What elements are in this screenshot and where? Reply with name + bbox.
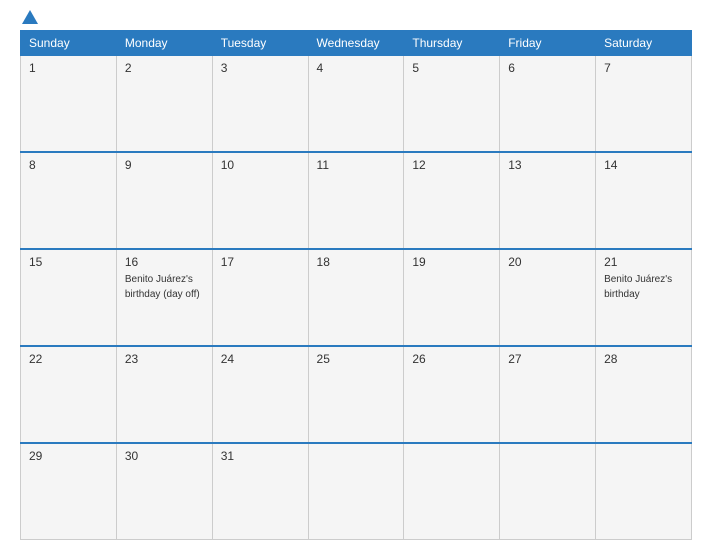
calendar-day-cell	[596, 443, 692, 540]
calendar-day-cell: 7	[596, 56, 692, 153]
calendar-day-cell: 5	[404, 56, 500, 153]
col-tuesday: Tuesday	[212, 31, 308, 56]
day-number: 1	[29, 61, 108, 75]
calendar-header	[20, 10, 692, 24]
calendar-day-cell: 18	[308, 249, 404, 346]
day-number: 9	[125, 158, 204, 172]
logo-triangle-icon	[22, 10, 38, 24]
calendar-day-cell: 20	[500, 249, 596, 346]
col-sunday: Sunday	[21, 31, 117, 56]
calendar-day-cell: 1	[21, 56, 117, 153]
calendar-day-cell: 2	[116, 56, 212, 153]
calendar-day-cell: 22	[21, 346, 117, 443]
col-saturday: Saturday	[596, 31, 692, 56]
day-number: 29	[29, 449, 108, 463]
day-number: 22	[29, 352, 108, 366]
day-number: 6	[508, 61, 587, 75]
calendar-day-cell: 19	[404, 249, 500, 346]
day-number: 25	[317, 352, 396, 366]
col-friday: Friday	[500, 31, 596, 56]
day-number: 19	[412, 255, 491, 269]
calendar-day-cell: 3	[212, 56, 308, 153]
calendar-day-cell: 16 Benito Juárez's birthday (day off)	[116, 249, 212, 346]
calendar-day-cell: 4	[308, 56, 404, 153]
calendar-day-cell: 25	[308, 346, 404, 443]
day-number: 2	[125, 61, 204, 75]
calendar-week-row: 8 9 10 11 12 13 14	[21, 152, 692, 249]
calendar-day-cell: 29	[21, 443, 117, 540]
calendar-day-cell: 14	[596, 152, 692, 249]
calendar-week-row: 15 16 Benito Juárez's birthday (day off) 17…	[21, 249, 692, 346]
day-number: 23	[125, 352, 204, 366]
day-number: 24	[221, 352, 300, 366]
day-number: 31	[221, 449, 300, 463]
day-number: 20	[508, 255, 587, 269]
day-number: 17	[221, 255, 300, 269]
day-number: 28	[604, 352, 683, 366]
logo	[20, 10, 40, 24]
day-number: 8	[29, 158, 108, 172]
calendar-day-cell: 27	[500, 346, 596, 443]
calendar-week-row: 22 23 24 25 26 27 28	[21, 346, 692, 443]
col-monday: Monday	[116, 31, 212, 56]
calendar-day-cell: 11	[308, 152, 404, 249]
calendar-day-cell	[308, 443, 404, 540]
calendar-day-cell: 17	[212, 249, 308, 346]
calendar-day-cell: 21 Benito Juárez's birthday	[596, 249, 692, 346]
event-label: Benito Juárez's birthday	[604, 274, 672, 300]
calendar-day-cell: 6	[500, 56, 596, 153]
col-thursday: Thursday	[404, 31, 500, 56]
day-number: 16	[125, 255, 204, 269]
day-number: 10	[221, 158, 300, 172]
day-number: 18	[317, 255, 396, 269]
day-number: 14	[604, 158, 683, 172]
event-label: Benito Juárez's birthday (day off)	[125, 274, 200, 300]
calendar-header-row: Sunday Monday Tuesday Wednesday Thursday…	[21, 31, 692, 56]
calendar-day-cell: 15	[21, 249, 117, 346]
calendar-day-cell: 23	[116, 346, 212, 443]
day-number: 3	[221, 61, 300, 75]
calendar-day-cell	[500, 443, 596, 540]
day-number: 13	[508, 158, 587, 172]
calendar-day-cell: 24	[212, 346, 308, 443]
day-number: 4	[317, 61, 396, 75]
day-number: 21	[604, 255, 683, 269]
calendar-week-row: 29 30 31	[21, 443, 692, 540]
calendar-day-cell: 12	[404, 152, 500, 249]
day-number: 30	[125, 449, 204, 463]
calendar-day-cell: 28	[596, 346, 692, 443]
col-wednesday: Wednesday	[308, 31, 404, 56]
calendar-day-cell: 9	[116, 152, 212, 249]
day-number: 5	[412, 61, 491, 75]
calendar-day-cell: 10	[212, 152, 308, 249]
day-number: 11	[317, 158, 396, 172]
day-number: 26	[412, 352, 491, 366]
calendar-day-cell	[404, 443, 500, 540]
day-number: 15	[29, 255, 108, 269]
day-number: 12	[412, 158, 491, 172]
calendar-day-cell: 8	[21, 152, 117, 249]
day-number: 27	[508, 352, 587, 366]
calendar-day-cell: 31	[212, 443, 308, 540]
calendar-day-cell: 26	[404, 346, 500, 443]
calendar-week-row: 1 2 3 4 5 6 7	[21, 56, 692, 153]
day-number: 7	[604, 61, 683, 75]
calendar-day-cell: 30	[116, 443, 212, 540]
calendar-body: 12345678910111213141516Benito Juárez's b…	[21, 56, 692, 540]
calendar-day-cell: 13	[500, 152, 596, 249]
calendar-table: Sunday Monday Tuesday Wednesday Thursday…	[20, 30, 692, 540]
